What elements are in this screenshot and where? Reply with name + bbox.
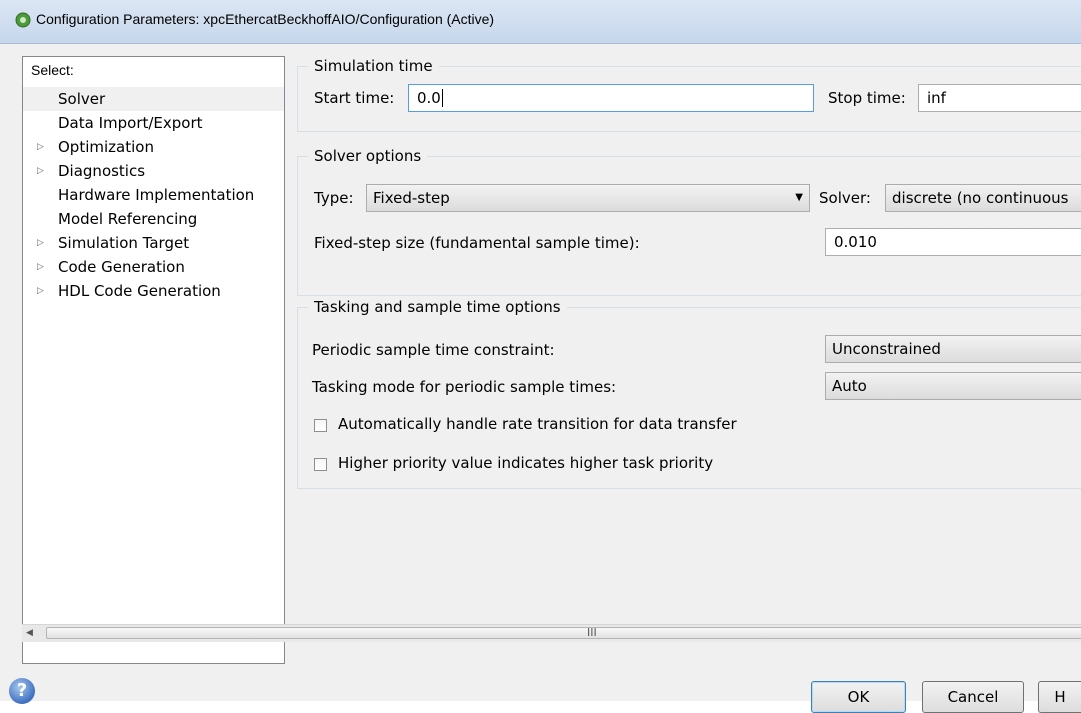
title-bar: Configuration Parameters: xpcEthercatBec… — [0, 0, 1081, 44]
scrollbar-thumb[interactable]: III — [46, 626, 1081, 639]
higher-priority-checkbox[interactable] — [314, 458, 327, 471]
tree-item-optimization[interactable]: ▷ Optimization — [23, 135, 284, 159]
periodic-constraint-label: Periodic sample time constraint: — [312, 341, 555, 359]
expand-triangle-icon[interactable]: ▷ — [37, 231, 44, 255]
expand-triangle-icon[interactable]: ▷ — [37, 159, 44, 183]
dialog-body: Select: Solver Data Import/Export ▷ Optim… — [0, 44, 1081, 713]
expand-triangle-icon[interactable]: ▷ — [37, 255, 44, 279]
stop-time-value: inf — [927, 89, 946, 107]
scrollbar-grip: III — [587, 626, 597, 639]
help-question-glyph: ? — [16, 680, 28, 701]
tree-item-label: Code Generation — [58, 258, 185, 276]
tree-item-code-generation[interactable]: ▷ Code Generation — [23, 255, 284, 279]
type-value: Fixed-step — [373, 189, 450, 207]
higher-priority-label: Higher priority value indicates higher t… — [338, 454, 714, 472]
stop-time-label: Stop time: — [828, 89, 906, 107]
tasking-mode-label: Tasking mode for periodic sample times: — [312, 378, 617, 396]
help-button[interactable]: H — [1038, 681, 1081, 713]
category-tree-panel: Select: Solver Data Import/Export ▷ Optim… — [22, 56, 285, 664]
tree-item-hdl-code-generation[interactable]: ▷ HDL Code Generation — [23, 279, 284, 303]
solver-options-group: Solver options Type: Fixed-step ▼ Solver:… — [297, 147, 1081, 296]
window-title: Configuration Parameters: xpcEthercatBec… — [36, 11, 495, 27]
horizontal-scrollbar[interactable]: ◀ III — [22, 624, 1081, 642]
tree-item-label: Data Import/Export — [58, 114, 203, 132]
tree-item-label: Optimization — [58, 138, 154, 156]
simulation-time-group: Simulation time Start time: 0.0 Stop tim… — [297, 57, 1081, 132]
stop-time-input[interactable]: inf — [918, 84, 1081, 112]
tree-item-label: Solver — [58, 90, 106, 108]
cancel-button[interactable]: Cancel — [922, 681, 1024, 713]
start-time-label: Start time: — [314, 89, 395, 107]
tree-item-label: HDL Code Generation — [58, 282, 221, 300]
auto-rate-transition-checkbox[interactable] — [314, 419, 327, 432]
tasking-mode-dropdown[interactable]: Auto — [825, 372, 1081, 400]
solver-settings-panel: Simulation time Start time: 0.0 Stop tim… — [290, 44, 1081, 624]
start-time-input[interactable]: 0.0 — [408, 84, 814, 112]
group-title: Solver options — [308, 147, 428, 165]
solver-value: discrete (no continuous — [892, 189, 1069, 207]
solver-label: Solver: — [819, 189, 871, 207]
group-title: Tasking and sample time options — [308, 298, 567, 316]
ok-button[interactable]: OK — [811, 681, 906, 713]
tree-item-label: Diagnostics — [58, 162, 146, 180]
tasking-mode-value: Auto — [832, 377, 867, 395]
select-label: Select: — [31, 62, 74, 78]
fixed-step-size-label: Fixed-step size (fundamental sample time… — [314, 234, 640, 252]
group-title: Simulation time — [308, 57, 439, 75]
type-label: Type: — [314, 189, 354, 207]
help-question-icon[interactable]: ? — [9, 678, 35, 704]
ok-button-label: OK — [847, 688, 870, 706]
tree-item-solver[interactable]: Solver — [23, 87, 284, 111]
category-tree: Solver Data Import/Export ▷ Optimization … — [23, 87, 284, 303]
type-dropdown[interactable]: Fixed-step ▼ — [366, 184, 810, 212]
gear-icon — [15, 12, 31, 28]
expand-triangle-icon[interactable]: ▷ — [37, 279, 44, 303]
tree-item-hardware-implementation[interactable]: Hardware Implementation — [23, 183, 284, 207]
fixed-step-size-input[interactable]: 0.010 — [825, 228, 1081, 256]
tasking-options-group: Tasking and sample time options Periodic… — [297, 298, 1081, 489]
help-button-label: H — [1054, 688, 1066, 706]
tree-item-label: Hardware Implementation — [58, 186, 255, 204]
tree-item-data-import-export[interactable]: Data Import/Export — [23, 111, 284, 135]
cancel-button-label: Cancel — [947, 688, 999, 706]
tree-item-label: Model Referencing — [58, 210, 198, 228]
tree-item-simulation-target[interactable]: ▷ Simulation Target — [23, 231, 284, 255]
fixed-step-size-value: 0.010 — [834, 233, 877, 251]
tree-item-label: Simulation Target — [58, 234, 190, 252]
tree-item-model-referencing[interactable]: Model Referencing — [23, 207, 284, 231]
dropdown-arrow-icon: ▼ — [795, 192, 803, 203]
solver-dropdown[interactable]: discrete (no continuous — [885, 184, 1081, 212]
expand-triangle-icon[interactable]: ▷ — [37, 135, 44, 159]
start-time-value: 0.0 — [417, 89, 441, 107]
periodic-constraint-value: Unconstrained — [832, 340, 941, 358]
periodic-constraint-dropdown[interactable]: Unconstrained — [825, 335, 1081, 363]
text-cursor — [441, 89, 443, 107]
scroll-left-arrow-icon[interactable]: ◀ — [26, 625, 33, 642]
tree-item-diagnostics[interactable]: ▷ Diagnostics — [23, 159, 284, 183]
auto-rate-transition-label: Automatically handle rate transition for… — [338, 415, 737, 433]
